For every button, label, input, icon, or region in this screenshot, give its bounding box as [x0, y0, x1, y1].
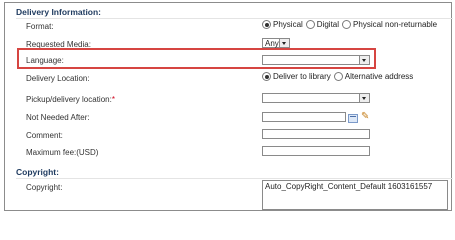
format-label: Format: — [26, 22, 54, 31]
format-physical-nonreturnable-radio[interactable] — [342, 20, 352, 29]
chevron-down-icon — [359, 56, 369, 64]
language-select[interactable] — [262, 55, 370, 65]
pickup-location-select[interactable] — [262, 93, 370, 103]
chevron-down-icon — [279, 39, 289, 47]
maximum-fee-input[interactable] — [262, 146, 370, 156]
required-marker: * — [111, 95, 115, 104]
requested-media-select[interactable]: Any — [262, 38, 290, 48]
delivery-location-radio-group: Deliver to library Alternative address — [262, 72, 416, 81]
alternative-address-radio[interactable] — [333, 72, 343, 81]
pickup-location-label: Pickup/delivery location:* — [26, 95, 115, 104]
deliver-to-library-label: Deliver to library — [273, 72, 331, 81]
not-needed-after-input[interactable] — [262, 112, 346, 122]
delivery-form-panel: Delivery Information: Format: Physical D… — [4, 2, 453, 211]
not-needed-after-label: Not Needed After: — [26, 113, 90, 122]
format-digital-label: Digital — [316, 20, 340, 29]
delivery-location-label: Delivery Location: — [26, 74, 90, 83]
language-label: Language: — [26, 56, 64, 65]
comment-label: Comment: — [26, 131, 63, 140]
format-digital-radio[interactable] — [305, 20, 315, 29]
maximum-fee-label: Maximum fee:(USD) — [26, 148, 99, 157]
section-divider — [16, 18, 453, 19]
format-physical-radio[interactable] — [262, 20, 271, 29]
delivery-information-heading: Delivery Information: — [16, 7, 102, 17]
format-physical-nonreturnable-label: Physical non-returnable — [353, 20, 438, 29]
requested-media-value: Any — [265, 39, 279, 48]
copyright-label: Copyright: — [26, 183, 63, 192]
chevron-down-icon — [359, 94, 369, 102]
calendar-icon[interactable] — [348, 114, 358, 123]
comment-input[interactable] — [262, 129, 370, 139]
copyright-textarea[interactable]: Auto_CopyRight_Content_Default 160316155… — [262, 180, 448, 210]
pickup-location-label-text: Pickup/delivery location: — [26, 95, 112, 104]
section-divider — [16, 178, 453, 179]
deliver-to-library-radio[interactable] — [262, 72, 271, 81]
format-radio-group: Physical Digital Physical non-returnable — [262, 20, 440, 29]
eraser-icon[interactable]: ✎ — [361, 111, 369, 122]
format-physical-label: Physical — [273, 20, 303, 29]
copyright-heading: Copyright: — [16, 167, 59, 177]
alternative-address-label: Alternative address — [344, 72, 414, 81]
